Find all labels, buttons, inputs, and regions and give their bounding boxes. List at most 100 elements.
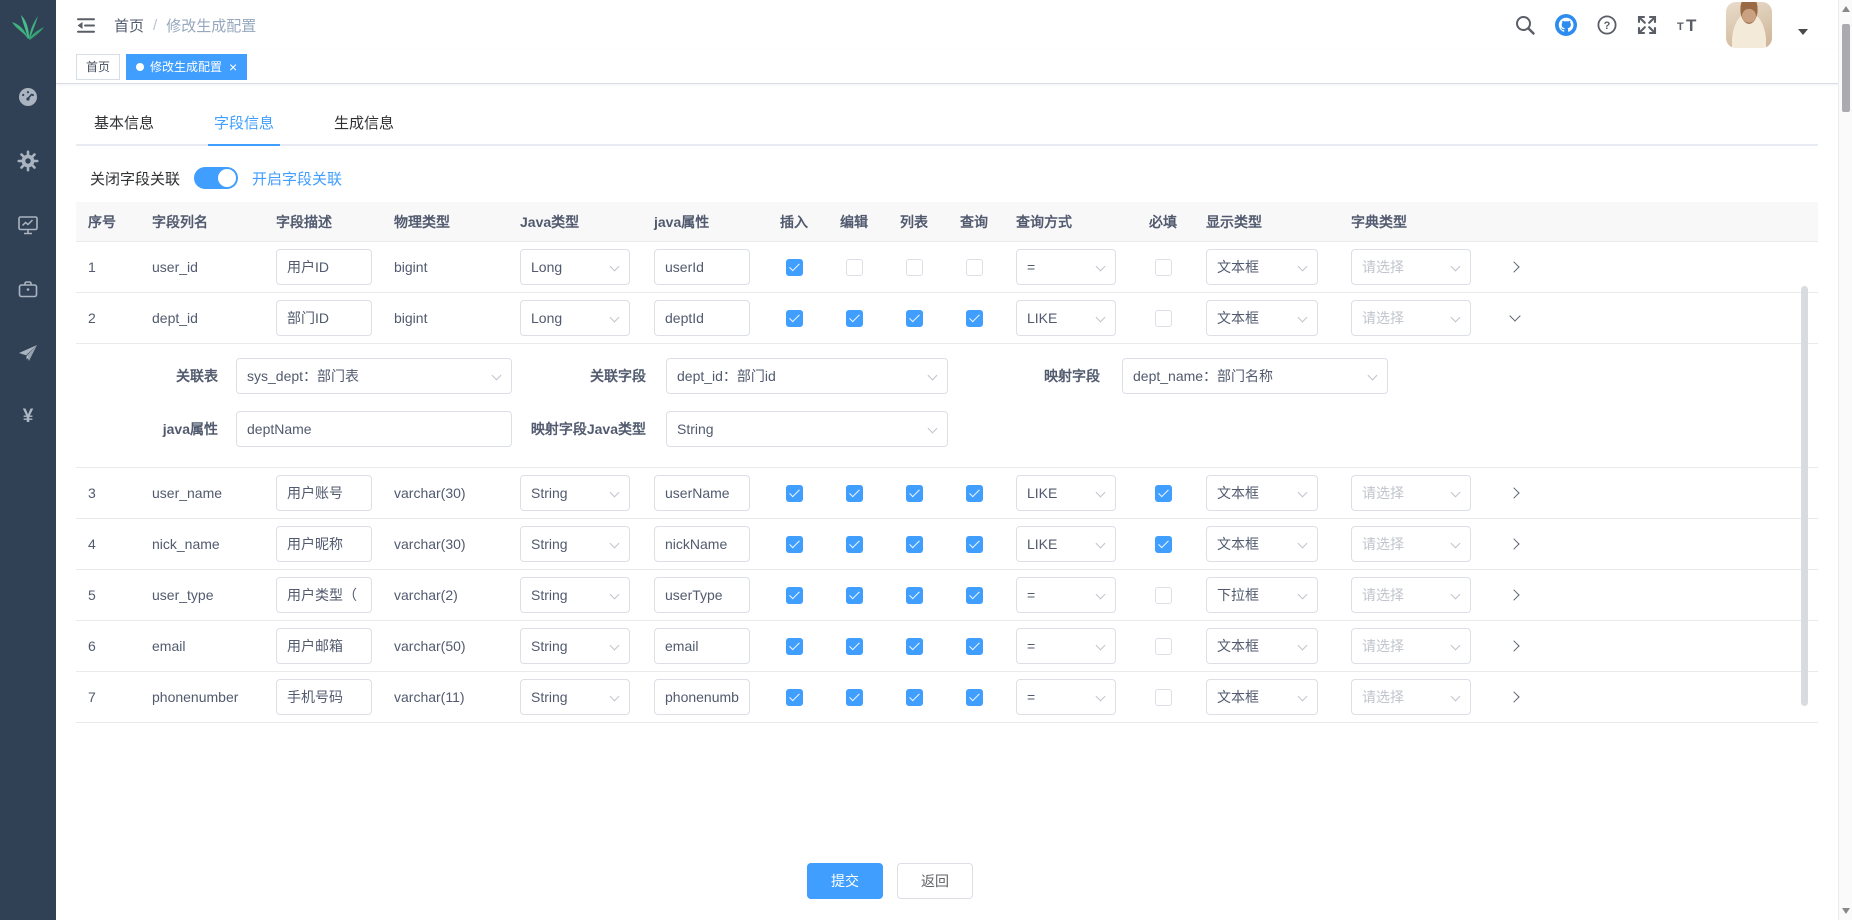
scroll-down-icon[interactable] <box>1842 908 1850 914</box>
query-checkbox[interactable] <box>966 536 983 553</box>
avatar[interactable] <box>1726 2 1772 48</box>
query-checkbox[interactable] <box>966 587 983 604</box>
display-type-select[interactable]: 文本框 <box>1206 628 1318 664</box>
java-attr-input[interactable] <box>654 577 750 613</box>
java-attr-input[interactable] <box>654 300 750 336</box>
required-checkbox[interactable] <box>1155 310 1172 327</box>
list-checkbox[interactable] <box>906 536 923 553</box>
font-size-icon[interactable]: T T <box>1676 14 1702 36</box>
field-description-input[interactable] <box>276 679 372 715</box>
expand-row-icon[interactable] <box>1508 588 1522 602</box>
sidebar-toggle-icon[interactable] <box>76 17 96 34</box>
edit-checkbox[interactable] <box>846 587 863 604</box>
github-icon[interactable] <box>1554 13 1578 37</box>
page-scrollbar[interactable] <box>1838 0 1852 920</box>
dict-type-select[interactable]: 请选择 <box>1351 249 1471 285</box>
tab-field-info[interactable]: 字段信息 <box>208 102 280 146</box>
sidebar-item-tool[interactable] <box>0 257 56 321</box>
query-method-select[interactable]: = <box>1016 249 1116 285</box>
dict-type-select[interactable]: 请选择 <box>1351 526 1471 562</box>
sidebar-item-system[interactable] <box>0 129 56 193</box>
required-checkbox[interactable] <box>1155 638 1172 655</box>
expand-row-icon[interactable] <box>1508 690 1522 704</box>
insert-checkbox[interactable] <box>786 259 803 276</box>
field-description-input[interactable] <box>276 628 372 664</box>
insert-checkbox[interactable] <box>786 310 803 327</box>
field-relation-switch[interactable] <box>194 167 238 189</box>
sidebar-item-deploy[interactable] <box>0 321 56 385</box>
expand-row-icon[interactable] <box>1508 260 1522 274</box>
query-method-select[interactable]: = <box>1016 628 1116 664</box>
java-type-select[interactable]: String <box>520 577 630 613</box>
java-type-select[interactable]: String <box>520 526 630 562</box>
display-type-select[interactable]: 文本框 <box>1206 679 1318 715</box>
sidebar-item-dashboard[interactable] <box>0 65 56 129</box>
dict-type-select[interactable]: 请选择 <box>1351 577 1471 613</box>
display-type-select[interactable]: 文本框 <box>1206 249 1318 285</box>
query-method-select[interactable]: = <box>1016 577 1116 613</box>
insert-checkbox[interactable] <box>786 689 803 706</box>
query-method-select[interactable]: LIKE <box>1016 300 1116 336</box>
list-checkbox[interactable] <box>906 689 923 706</box>
insert-checkbox[interactable] <box>786 536 803 553</box>
required-checkbox[interactable] <box>1155 689 1172 706</box>
expand-row-icon[interactable] <box>1508 639 1522 653</box>
query-checkbox[interactable] <box>966 485 983 502</box>
java-attr-input[interactable] <box>654 628 750 664</box>
java-attr-input[interactable] <box>654 249 750 285</box>
display-type-select[interactable]: 文本框 <box>1206 526 1318 562</box>
chevron-down-icon[interactable] <box>1798 29 1808 35</box>
required-checkbox[interactable] <box>1155 485 1172 502</box>
table-scrollbar-thumb[interactable] <box>1801 286 1808 706</box>
expand-row-icon[interactable] <box>1508 311 1522 325</box>
java-attr-input[interactable] <box>654 475 750 511</box>
list-checkbox[interactable] <box>906 638 923 655</box>
map-field-select[interactable]: dept_name：部门名称 <box>1122 358 1388 394</box>
display-type-select[interactable]: 下拉框 <box>1206 577 1318 613</box>
search-icon[interactable] <box>1514 14 1536 36</box>
assoc-field-select[interactable]: dept_id：部门id <box>666 358 948 394</box>
scroll-up-icon[interactable] <box>1842 6 1850 12</box>
breadcrumb-home[interactable]: 首页 <box>114 15 144 36</box>
assoc-table-select[interactable]: sys_dept：部门表 <box>236 358 512 394</box>
java-attr-input[interactable] <box>654 679 750 715</box>
insert-checkbox[interactable] <box>786 638 803 655</box>
tag-current[interactable]: 修改生成配置 × <box>126 54 247 80</box>
java-attr-input[interactable] <box>654 526 750 562</box>
required-checkbox[interactable] <box>1155 587 1172 604</box>
tab-basic-info[interactable]: 基本信息 <box>88 102 160 146</box>
edit-checkbox[interactable] <box>846 485 863 502</box>
query-checkbox[interactable] <box>966 638 983 655</box>
insert-checkbox[interactable] <box>786 587 803 604</box>
required-checkbox[interactable] <box>1155 259 1172 276</box>
help-icon[interactable]: ? <box>1596 14 1618 36</box>
list-checkbox[interactable] <box>906 259 923 276</box>
query-method-select[interactable]: = <box>1016 679 1116 715</box>
dict-type-select[interactable]: 请选择 <box>1351 679 1471 715</box>
tag-home[interactable]: 首页 <box>76 54 120 80</box>
field-description-input[interactable] <box>276 577 372 613</box>
insert-checkbox[interactable] <box>786 485 803 502</box>
java-type-select[interactable]: String <box>520 679 630 715</box>
query-method-select[interactable]: LIKE <box>1016 526 1116 562</box>
list-checkbox[interactable] <box>906 587 923 604</box>
tag-close-icon[interactable]: × <box>229 60 237 74</box>
query-checkbox[interactable] <box>966 310 983 327</box>
submit-button[interactable]: 提交 <box>807 863 883 899</box>
dict-type-select[interactable]: 请选择 <box>1351 628 1471 664</box>
back-button[interactable]: 返回 <box>897 863 973 899</box>
java-type-select[interactable]: Long <box>520 249 630 285</box>
edit-checkbox[interactable] <box>846 259 863 276</box>
field-description-input[interactable] <box>276 249 372 285</box>
page-scrollbar-thumb[interactable] <box>1842 24 1850 112</box>
display-type-select[interactable]: 文本框 <box>1206 300 1318 336</box>
expand-row-icon[interactable] <box>1508 537 1522 551</box>
field-description-input[interactable] <box>276 475 372 511</box>
required-checkbox[interactable] <box>1155 536 1172 553</box>
edit-checkbox[interactable] <box>846 310 863 327</box>
query-checkbox[interactable] <box>966 689 983 706</box>
list-checkbox[interactable] <box>906 485 923 502</box>
java-type-select[interactable]: String <box>520 628 630 664</box>
display-type-select[interactable]: 文本框 <box>1206 475 1318 511</box>
edit-checkbox[interactable] <box>846 638 863 655</box>
